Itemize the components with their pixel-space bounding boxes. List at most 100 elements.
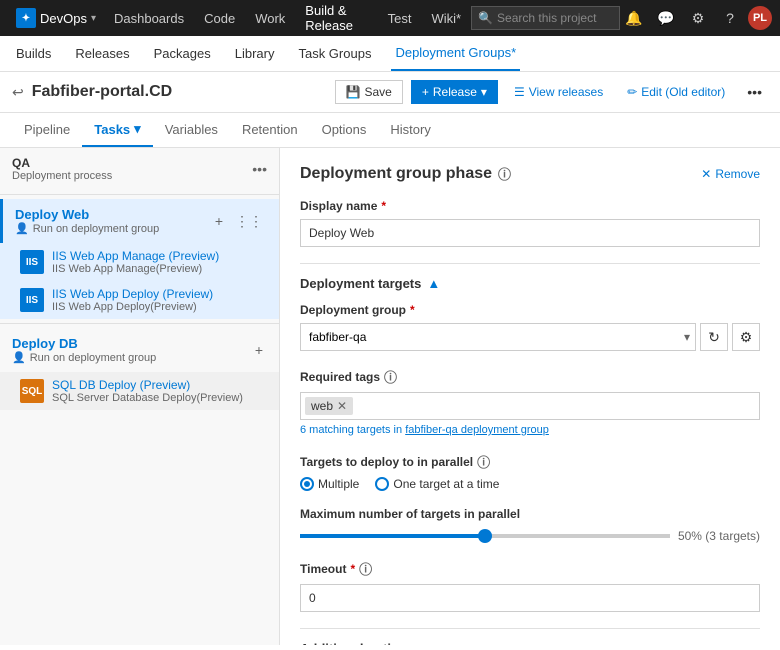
deployment-targets-label: Deployment targets ▲ [300, 276, 440, 291]
required-tags-section: Required tags ⓘ web ✕ 6 matching targets… [300, 367, 760, 436]
devops-logo: ✦ [16, 8, 36, 28]
section-title: QA [12, 156, 112, 170]
view-releases-button[interactable]: ☰ View releases [506, 81, 611, 103]
iis-deploy-info: IIS Web App Deploy (Preview) IIS Web App… [52, 287, 267, 313]
notification-icon[interactable]: 🔔 [620, 4, 648, 32]
top-nav: ✦ DevOps ▾ Dashboards Code Work Build & … [0, 0, 780, 36]
more-options-button[interactable]: ••• [741, 80, 768, 104]
release-button[interactable]: + Release ▾ [411, 80, 498, 104]
targets-info-icon[interactable]: ⓘ [477, 452, 490, 471]
timeout-input[interactable] [300, 584, 760, 612]
timeout-info-icon[interactable]: ⓘ [359, 559, 372, 578]
brand-label: DevOps [40, 11, 87, 26]
sql-deploy-icon: SQL [20, 379, 44, 403]
deployment-group-select[interactable]: fabfiber-qa fabfiber-prod fabfiber-dev [300, 323, 696, 351]
save-button[interactable]: 💾 Save [335, 80, 403, 104]
tab-retention[interactable]: Retention [230, 114, 310, 147]
display-name-input[interactable] [300, 219, 760, 247]
nav-build-release[interactable]: Build & Release [295, 0, 377, 36]
user-avatar[interactable]: PL [748, 6, 772, 30]
iis-deploy-name: IIS Web App Deploy (Preview) [52, 287, 267, 301]
tab-variables[interactable]: Variables [153, 114, 230, 147]
dg-required-star: * [410, 303, 415, 317]
person-icon: 👤 [15, 222, 29, 235]
tab-tasks[interactable]: Tasks ▾ [82, 113, 152, 147]
deploy-db-add-button[interactable]: + [251, 340, 267, 360]
sql-deploy-info: SQL DB Deploy (Preview) SQL Server Datab… [52, 378, 267, 404]
edit-icon: ✏ [627, 85, 637, 99]
nav-deployment-groups[interactable]: Deployment Groups* [391, 36, 520, 71]
tab-options[interactable]: Options [310, 114, 379, 147]
radio-multiple[interactable]: Multiple [300, 477, 359, 491]
nav-packages[interactable]: Packages [150, 36, 215, 71]
back-icon[interactable]: ↩ [12, 84, 24, 101]
max-parallel-label: Maximum number of targets in parallel [300, 507, 760, 521]
iis-deploy-sub: IIS Web App Deploy(Preview) [52, 301, 267, 313]
top-nav-icons: 🔔 💬 ⚙ ? PL [620, 4, 772, 32]
slider-label: 50% (3 targets) [678, 529, 760, 543]
required-star: * [381, 199, 386, 213]
iis-manage-sub: IIS Web App Manage(Preview) [52, 263, 267, 275]
deployment-group-section: Deployment group * fabfiber-qa fabfiber-… [300, 303, 760, 351]
right-panel-title: Deployment group phase ⓘ [300, 164, 511, 183]
deployment-targets-divider: Deployment targets ▲ [300, 263, 760, 291]
group-name-deploy-web: Deploy Web [15, 207, 159, 222]
refresh-button[interactable]: ↻ [700, 323, 728, 351]
search-placeholder: Search this project [497, 11, 596, 25]
top-nav-links: Dashboards Code Work Build & Release Tes… [104, 0, 471, 36]
task-sql-deploy[interactable]: SQL SQL DB Deploy (Preview) SQL Server D… [0, 372, 279, 410]
nav-releases[interactable]: Releases [71, 36, 133, 71]
tag-input-wrap[interactable]: web ✕ [300, 392, 760, 420]
task-iis-manage[interactable]: IIS IIS Web App Manage (Preview) IIS Web… [0, 243, 279, 281]
nav-dashboards[interactable]: Dashboards [104, 0, 194, 36]
left-section-header: QA Deployment process ••• [0, 148, 279, 190]
tab-pipeline[interactable]: Pipeline [12, 114, 82, 147]
iis-manage-info: IIS Web App Manage (Preview) IIS Web App… [52, 249, 267, 275]
task-group-deploy-web-header[interactable]: Deploy Web 👤 Run on deployment group + ⋮… [0, 199, 279, 243]
nav-task-groups[interactable]: Task Groups [294, 36, 375, 71]
radio-one-circle [375, 477, 389, 491]
brand-chevron: ▾ [91, 13, 96, 24]
nav-builds[interactable]: Builds [12, 36, 55, 71]
required-tags-label: Required tags ⓘ [300, 367, 760, 386]
nav-library[interactable]: Library [231, 36, 279, 71]
title-info-icon[interactable]: ⓘ [498, 164, 511, 183]
deployment-targets-toggle[interactable]: ▲ [427, 276, 440, 291]
help-icon[interactable]: ? [716, 4, 744, 32]
deploy-web-add-button[interactable]: + [211, 211, 227, 231]
nav-test[interactable]: Test [378, 0, 422, 36]
deploy-web-drag-button[interactable]: ⋮⋮ [231, 211, 267, 232]
edit-old-editor-button[interactable]: ✏ Edit (Old editor) [619, 81, 733, 103]
left-panel: QA Deployment process ••• Deploy Web 👤 R… [0, 148, 280, 645]
tag-info-text: 6 matching targets in fabfiber-qa deploy… [300, 424, 760, 436]
remove-button[interactable]: ✕ Remove [701, 167, 760, 181]
section-more-button[interactable]: ••• [252, 161, 267, 177]
brand[interactable]: ✦ DevOps ▾ [8, 8, 104, 28]
tab-history[interactable]: History [378, 114, 442, 147]
deployment-group-link[interactable]: fabfiber-qa deployment group [405, 424, 549, 436]
nav-work[interactable]: Work [245, 0, 295, 36]
right-panel-header: Deployment group phase ⓘ ✕ Remove [300, 164, 760, 183]
radio-multiple-circle [300, 477, 314, 491]
tag-remove-button[interactable]: ✕ [337, 399, 347, 413]
x-icon: ✕ [701, 167, 711, 181]
deployment-group-settings-button[interactable]: ⚙ [732, 323, 760, 351]
plus-icon: + [422, 85, 429, 99]
timeout-label: Timeout * ⓘ [300, 559, 760, 578]
deploy-web-actions: + ⋮⋮ [211, 211, 267, 232]
radio-one-at-a-time[interactable]: One target at a time [375, 477, 499, 491]
settings-icon[interactable]: ⚙ [684, 4, 712, 32]
task-group-deploy-db-header[interactable]: Deploy DB 👤 Run on deployment group + [0, 328, 279, 372]
additional-options-label: Additional options ▲ [300, 641, 433, 645]
nav-code[interactable]: Code [194, 0, 245, 36]
additional-options-toggle[interactable]: ▲ [420, 641, 433, 645]
parallel-slider[interactable] [300, 534, 670, 538]
search-box[interactable]: 🔍 Search this project [471, 6, 620, 30]
timeout-section: Timeout * ⓘ [300, 559, 760, 612]
nav-wiki[interactable]: Wiki* [421, 0, 471, 36]
task-iis-deploy[interactable]: IIS IIS Web App Deploy (Preview) IIS Web… [0, 281, 279, 319]
tags-info-icon[interactable]: ⓘ [384, 367, 397, 386]
chat-icon[interactable]: 💬 [652, 4, 680, 32]
main-content: QA Deployment process ••• Deploy Web 👤 R… [0, 148, 780, 645]
title-text: Fabfiber-portal.CD [32, 83, 172, 100]
